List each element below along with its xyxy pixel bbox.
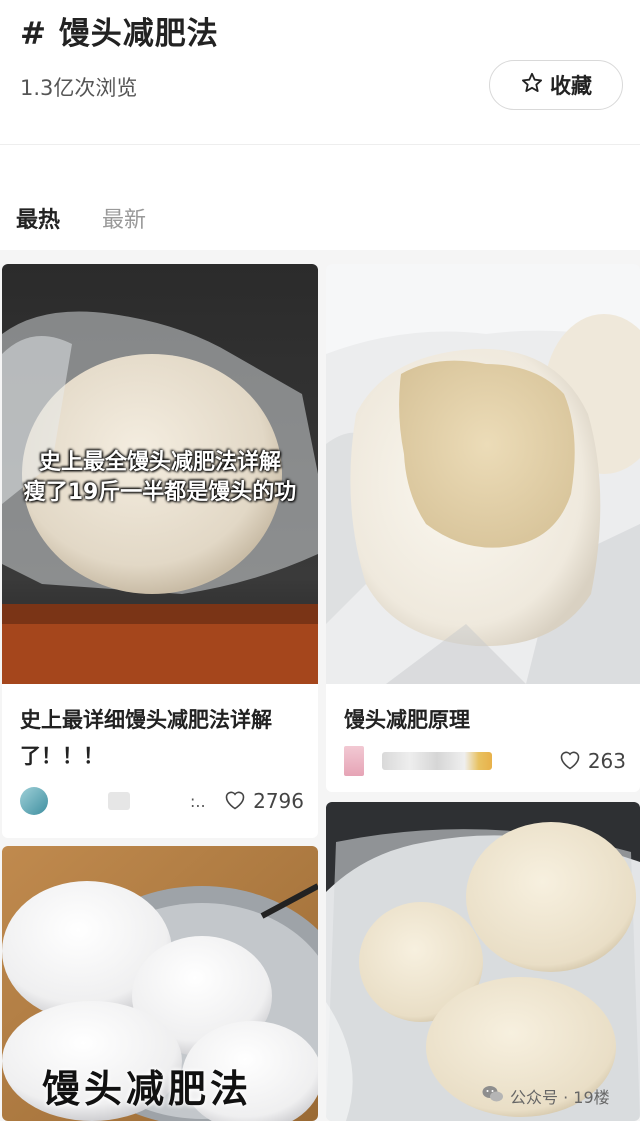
like-count: 2796 [253,789,304,813]
author-name-blurred[interactable] [108,792,130,810]
view-count: 1.3亿次浏览 [20,76,138,100]
author-avatar[interactable] [20,787,48,815]
favorite-label: 收藏 [550,74,592,98]
heart-outline-icon [558,748,582,775]
watermark-text: 公众号 · 19楼 [510,1088,610,1107]
post-meta: :.. 2796 [20,784,304,818]
post-card[interactable] [326,802,640,1121]
post-card[interactable]: 史上最全馒头减肥法详解 瘦了19斤一半都是馒头的功 史上最详细馒头减肥法详解了！… [2,264,318,838]
cover-caption-line-2: 瘦了19斤一半都是馒头的功 [23,480,297,505]
post-cover-image [326,802,640,1121]
favorite-button[interactable]: 收藏 [489,60,623,110]
post-card[interactable]: 馒头减肥原理 263 [326,264,640,792]
post-title: 馒头减肥原理 [344,708,470,732]
post-meta: 263 [344,744,626,778]
sort-tabs: 最热 最新 [0,190,640,250]
topic-title: # 馒头减肥法 [20,16,219,52]
star-outline-icon [520,71,544,99]
author-name-blurred[interactable] [382,752,492,770]
like-button[interactable]: 263 [558,748,626,775]
post-cover-image: 馒头减肥法 [2,846,318,1121]
author-avatar[interactable] [344,746,364,776]
author-name-suffix: :.. [190,791,206,811]
post-cover-image [326,264,640,684]
post-cover-image: 史上最全馒头减肥法详解 瘦了19斤一半都是馒头的功 [2,264,318,684]
like-count: 263 [587,749,626,773]
cover-caption-line-1: 史上最全馒头减肥法详解 [38,450,281,475]
source-watermark: 公众号 · 19楼 [482,1084,610,1108]
post-card[interactable]: 馒头减肥法 [2,846,318,1121]
tab-new[interactable]: 最新 [102,202,146,234]
tab-hot[interactable]: 最热 [16,202,60,234]
post-title: 史上最详细馒头减肥法详解了！！！ [20,708,272,768]
like-button[interactable]: 2796 [223,788,304,815]
heart-outline-icon [223,788,247,815]
cover-caption: 馒头减肥法 [42,1066,253,1111]
topic-header: # 馒头减肥法 1.3亿次浏览 收藏 [0,0,640,145]
wechat-icon [482,1084,504,1108]
